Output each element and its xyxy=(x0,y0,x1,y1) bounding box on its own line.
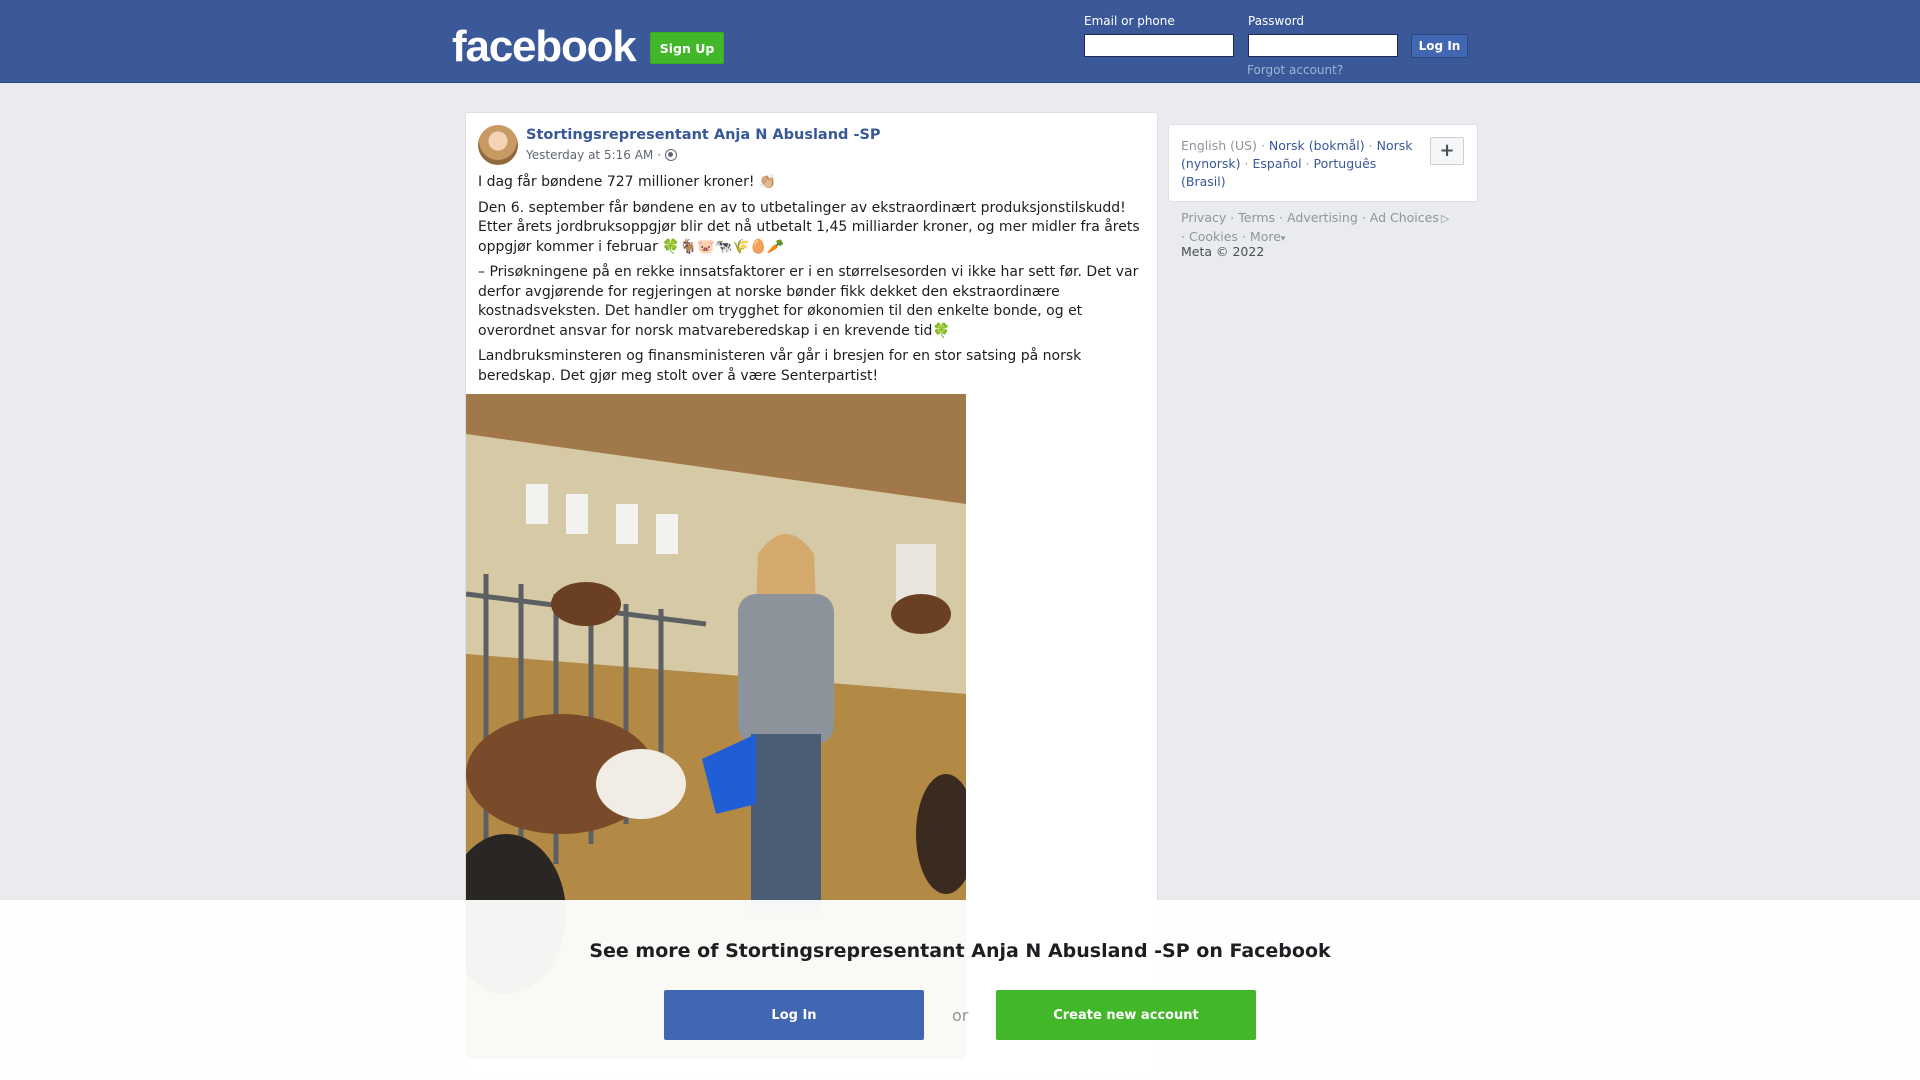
copyright-text: Meta © 2022 xyxy=(1181,244,1265,259)
sign-up-button[interactable]: Sign Up xyxy=(650,32,724,64)
author-avatar[interactable] xyxy=(478,125,518,165)
dot-separator: · xyxy=(1230,210,1235,225)
plus-icon[interactable]: + xyxy=(1430,137,1464,165)
current-language: English (US) xyxy=(1181,138,1257,153)
password-input[interactable] xyxy=(1248,34,1398,57)
post-author-link[interactable]: Stortingsrepresentant Anja N Abusland -S… xyxy=(526,127,881,143)
post-meta: Yesterday at 5:16 AM · xyxy=(526,148,678,162)
create-account-button[interactable]: Create new account xyxy=(996,990,1256,1040)
post-body: I dag får bøndene 727 millioner kroner! … xyxy=(478,173,1148,392)
login-prompt-overlay: See more of Stortingsrepresentant Anja N… xyxy=(0,900,1920,1080)
meta-separator: · xyxy=(657,148,662,162)
language-selector-box: English (US) · Norsk (bokmål) · Norsk (n… xyxy=(1168,124,1478,202)
ad-choices-icon[interactable]: ▷ xyxy=(1441,210,1449,228)
post-paragraph: Den 6. september får bøndene en av to ut… xyxy=(478,199,1140,255)
dot-separator: · xyxy=(1368,138,1373,153)
password-label: Password xyxy=(1248,14,1305,28)
facebook-logo[interactable]: facebook xyxy=(452,22,637,72)
overlay-log-in-button[interactable]: Log In xyxy=(664,990,924,1040)
dot-separator: · xyxy=(1181,229,1185,244)
globe-icon[interactable] xyxy=(665,149,678,161)
post-paragraph: Landbruksminsteren og finansministeren v… xyxy=(478,348,1082,384)
forgot-account-link[interactable]: Forgot account? xyxy=(1247,63,1343,77)
header-log-in-button[interactable]: Log In xyxy=(1411,34,1468,58)
dot-separator: · xyxy=(1241,229,1246,244)
email-input[interactable] xyxy=(1084,34,1234,57)
post-paragraph: – Prisøkningene på en rekke innsatsfakto… xyxy=(478,264,1139,339)
language-list: English (US) · Norsk (bokmål) · Norsk (n… xyxy=(1181,137,1421,191)
email-label: Email or phone xyxy=(1084,14,1175,28)
footer-link-terms[interactable]: Terms xyxy=(1238,210,1275,225)
more-caret-icon[interactable]: ▾ xyxy=(1281,234,1286,244)
dot-separator: · xyxy=(1305,156,1310,171)
top-navigation-bar: facebook Sign Up Email or phone Password… xyxy=(0,0,1920,83)
post-paragraph: I dag får bøndene 727 millioner kroner! … xyxy=(478,174,777,190)
dot-separator: · xyxy=(1361,210,1366,225)
footer-link-cookies[interactable]: Cookies xyxy=(1189,229,1238,244)
overlay-title: See more of Stortingsrepresentant Anja N… xyxy=(589,940,1331,962)
language-option[interactable]: Norsk (bokmål) xyxy=(1269,138,1365,153)
dot-separator: · xyxy=(1279,210,1284,225)
dot-separator: · xyxy=(1260,138,1265,153)
footer-links: Privacy · Terms · Advertising · Ad Choices ▷ · C… xyxy=(1181,209,1481,248)
footer-link-ad-choices[interactable]: Ad Choices xyxy=(1370,210,1439,225)
footer-link-advertising[interactable]: Advertising xyxy=(1287,210,1358,225)
language-option[interactable]: Español xyxy=(1253,156,1302,171)
or-label: or xyxy=(952,1006,969,1025)
post-timestamp[interactable]: Yesterday at 5:16 AM xyxy=(526,148,653,162)
footer-link-more[interactable]: More xyxy=(1250,229,1281,244)
dot-separator: · xyxy=(1244,156,1249,171)
footer-link-privacy[interactable]: Privacy xyxy=(1181,210,1226,225)
